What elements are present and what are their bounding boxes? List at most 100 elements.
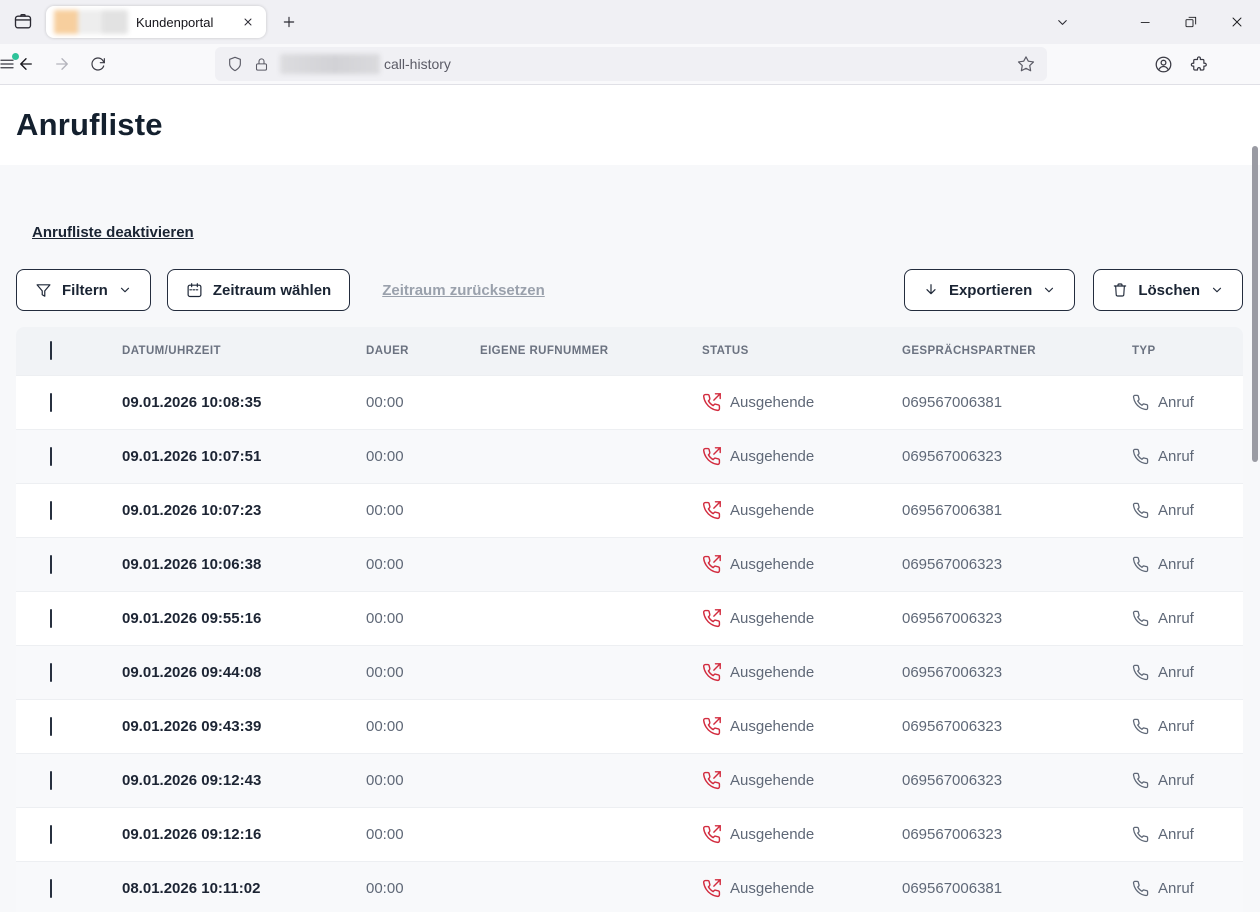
cell-datetime: 09.01.2026 09:12:43: [122, 772, 366, 789]
firefox-view-button[interactable]: [8, 7, 38, 37]
minimize-button[interactable]: [1122, 0, 1168, 44]
cell-duration: 00:00: [366, 502, 480, 519]
tab-title: Kundenportal: [136, 15, 238, 30]
phone-icon: [1132, 718, 1149, 735]
page-scrollbar[interactable]: [1252, 146, 1258, 462]
row-checkbox[interactable]: [50, 771, 52, 790]
cell-datetime: 09.01.2026 10:08:35: [122, 394, 366, 411]
status-text: Ausgehende: [730, 394, 814, 411]
type-text: Anruf: [1158, 448, 1194, 465]
close-icon: [242, 16, 254, 28]
cell-datetime: 09.01.2026 10:06:38: [122, 556, 366, 573]
outgoing-call-icon: [702, 717, 721, 736]
status-text: Ausgehende: [730, 880, 814, 897]
type-text: Anruf: [1158, 664, 1194, 681]
row-checkbox[interactable]: [50, 501, 52, 520]
status-text: Ausgehende: [730, 772, 814, 789]
row-checkbox[interactable]: [50, 663, 52, 682]
forward-button[interactable]: [46, 48, 78, 80]
cell-call-type: Anruf: [1132, 718, 1243, 735]
outgoing-call-icon: [702, 555, 721, 574]
cell-status: Ausgehende: [702, 771, 902, 790]
cell-status: Ausgehende: [702, 717, 902, 736]
status-text: Ausgehende: [730, 556, 814, 573]
shield-icon[interactable]: [227, 56, 243, 72]
cell-status: Ausgehende: [702, 393, 902, 412]
cell-call-type: Anruf: [1132, 772, 1243, 789]
row-checkbox[interactable]: [50, 393, 52, 412]
cell-status: Ausgehende: [702, 609, 902, 628]
type-text: Anruf: [1158, 556, 1194, 573]
delete-button[interactable]: Löschen: [1093, 269, 1243, 311]
row-checkbox[interactable]: [50, 717, 52, 736]
cell-call-type: Anruf: [1132, 556, 1243, 573]
page-title: Anrufliste: [16, 107, 163, 143]
lock-icon[interactable]: [254, 57, 269, 72]
status-text: Ausgehende: [730, 610, 814, 627]
row-checkbox[interactable]: [50, 879, 52, 898]
table-row: 09.01.2026 09:12:16 00:00 Ausgehende 069…: [16, 807, 1243, 861]
phone-icon: [1132, 826, 1149, 843]
outgoing-call-icon: [702, 609, 721, 628]
type-text: Anruf: [1158, 826, 1194, 843]
browser-window: Kundenportal: [0, 0, 1260, 912]
extensions-button[interactable]: [1183, 48, 1215, 80]
window-controls: [1042, 0, 1260, 44]
reset-date-range-link[interactable]: Zeitraum zurücksetzen: [382, 282, 545, 299]
toolbar: Filtern Zeitraum wählen Zeitraum zurücks…: [16, 269, 1243, 311]
restore-button[interactable]: [1168, 0, 1214, 44]
restore-icon: [1183, 14, 1199, 30]
cell-duration: 00:00: [366, 664, 480, 681]
row-checkbox[interactable]: [50, 825, 52, 844]
status-text: Ausgehende: [730, 826, 814, 843]
trash-icon: [1112, 282, 1128, 298]
account-button[interactable]: [1147, 48, 1179, 80]
cell-datetime: 09.01.2026 09:12:16: [122, 826, 366, 843]
type-text: Anruf: [1158, 772, 1194, 789]
deactivate-call-list-link[interactable]: Anrufliste deaktivieren: [32, 224, 194, 241]
cell-partner-number: 069567006381: [902, 394, 1132, 411]
close-window-button[interactable]: [1214, 0, 1260, 44]
select-all-checkbox[interactable]: [50, 341, 52, 360]
filter-button[interactable]: Filtern: [16, 269, 151, 311]
chevron-down-icon: [1055, 15, 1070, 30]
list-all-tabs-button[interactable]: [1042, 7, 1082, 37]
minimize-icon: [1138, 15, 1153, 30]
type-text: Anruf: [1158, 880, 1194, 897]
filter-label: Filtern: [62, 282, 108, 299]
url-path-text: call-history: [384, 56, 451, 72]
table-row: 08.01.2026 10:11:02 00:00 Ausgehende 069…: [16, 861, 1243, 912]
navigation-bar: call-history: [0, 44, 1260, 85]
cell-datetime: 09.01.2026 09:43:39: [122, 718, 366, 735]
cell-status: Ausgehende: [702, 447, 902, 466]
cell-datetime: 09.01.2026 09:55:16: [122, 610, 366, 627]
column-header-type: TYP: [1132, 345, 1243, 357]
row-checkbox[interactable]: [50, 555, 52, 574]
table-row: 09.01.2026 09:44:08 00:00 Ausgehende 069…: [16, 645, 1243, 699]
choose-date-range-button[interactable]: Zeitraum wählen: [167, 269, 350, 311]
cell-status: Ausgehende: [702, 663, 902, 682]
new-tab-button[interactable]: [274, 7, 304, 37]
row-checkbox[interactable]: [50, 609, 52, 628]
row-checkbox[interactable]: [50, 447, 52, 466]
cell-status: Ausgehende: [702, 825, 902, 844]
account-icon: [1154, 55, 1173, 74]
column-header-duration: DAUER: [366, 345, 480, 357]
outgoing-call-icon: [702, 663, 721, 682]
outgoing-call-icon: [702, 501, 721, 520]
bookmark-star-button[interactable]: [1017, 55, 1035, 73]
cell-call-type: Anruf: [1132, 502, 1243, 519]
url-bar[interactable]: call-history: [215, 47, 1047, 81]
browser-tab[interactable]: Kundenportal: [46, 6, 266, 38]
reload-button[interactable]: [82, 48, 114, 80]
cell-call-type: Anruf: [1132, 880, 1243, 897]
menu-notification-dot: [12, 53, 19, 60]
page-header: Anrufliste: [0, 85, 1260, 165]
cell-partner-number: 069567006381: [902, 880, 1132, 897]
table-body: 09.01.2026 10:08:35 00:00 Ausgehende 069…: [16, 375, 1243, 912]
tab-close-button[interactable]: [238, 12, 258, 32]
cell-status: Ausgehende: [702, 555, 902, 574]
outgoing-call-icon: [702, 879, 721, 898]
app-menu-button[interactable]: [0, 48, 23, 80]
export-button[interactable]: Exportieren: [904, 269, 1075, 311]
